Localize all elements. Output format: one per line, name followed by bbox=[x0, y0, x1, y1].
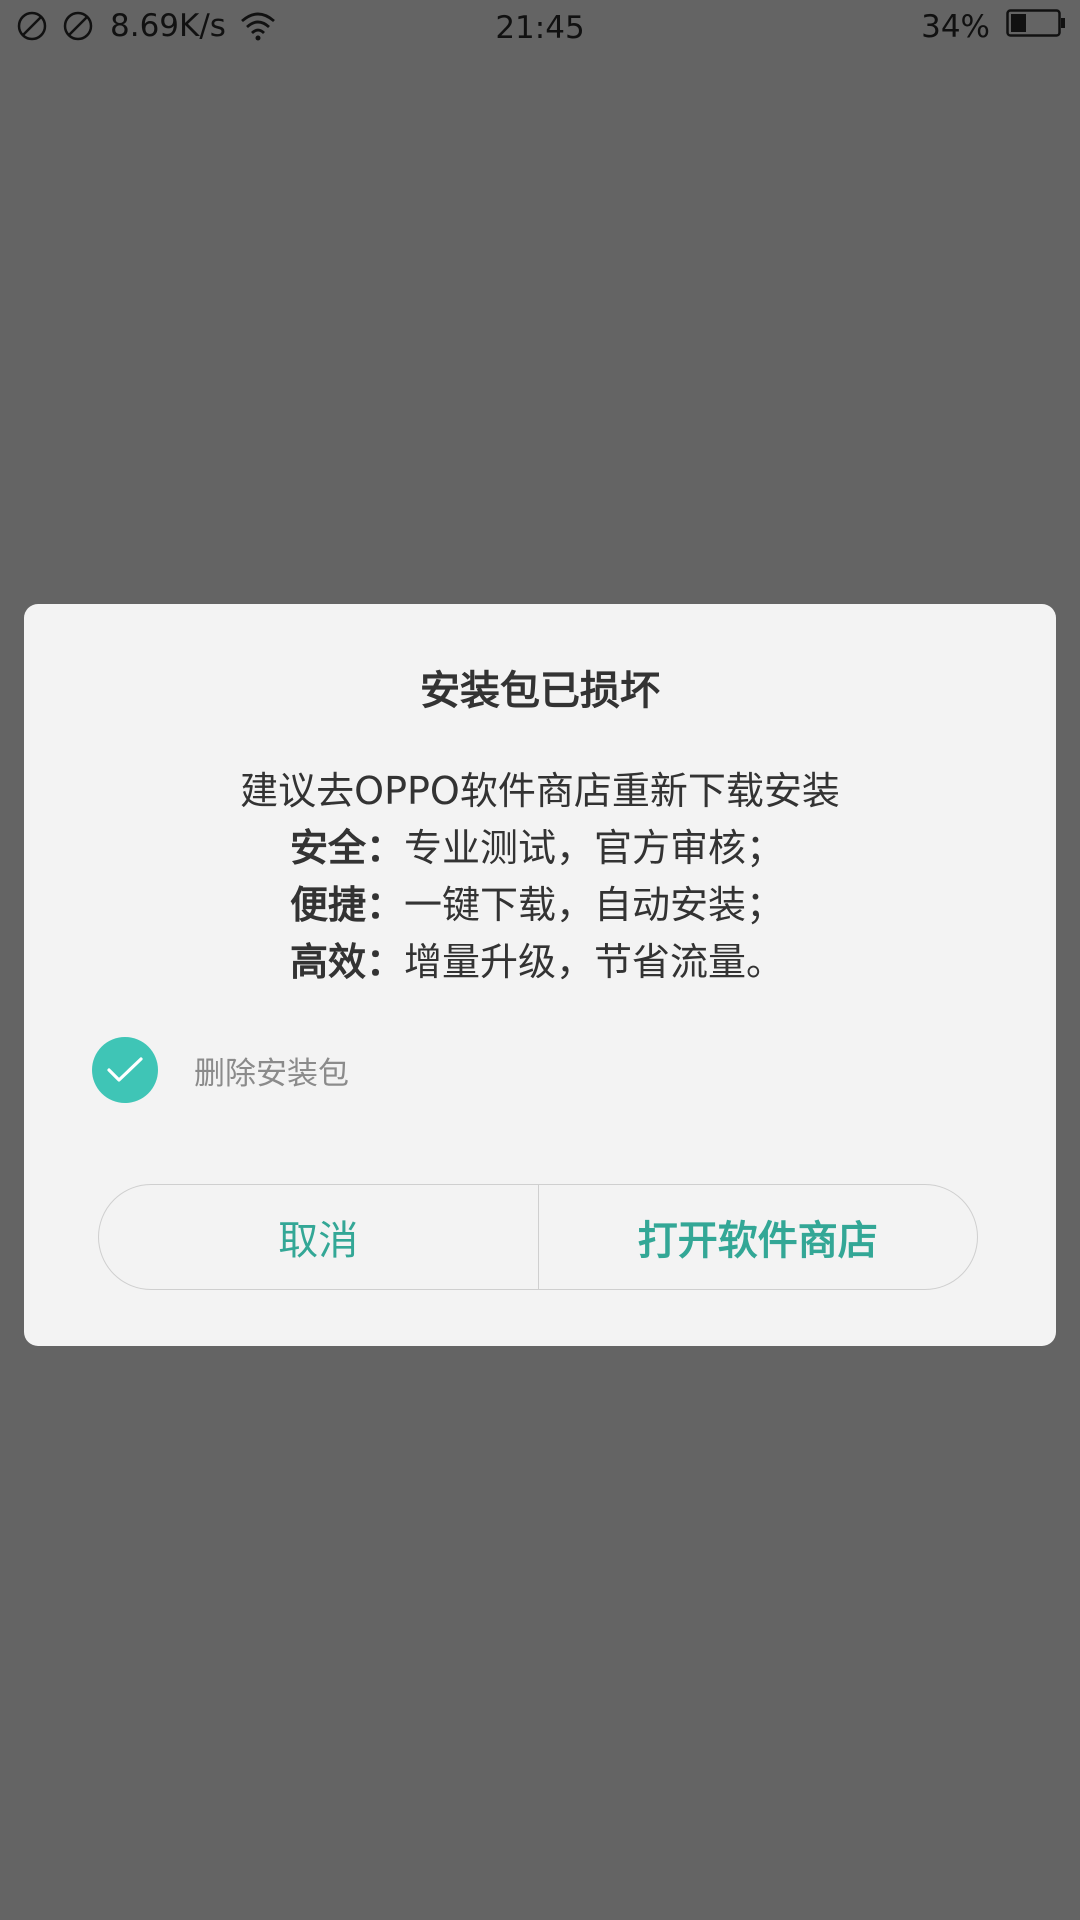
dialog-title: 安装包已损坏 bbox=[420, 668, 660, 714]
delete-package-label: 删除安装包 bbox=[194, 1055, 349, 1092]
feature-item: 便捷：一键下载，自动安装； bbox=[290, 877, 784, 934]
dialog-button-group: 取消 打开软件商店 bbox=[98, 1184, 978, 1290]
screen: 8.69K/s 21:45 34% 安装包已损坏 建议去OPPO软件商店重新下载… bbox=[0, 0, 1080, 1920]
feature-key: 便捷： bbox=[290, 883, 405, 927]
battery-percent: 34% bbox=[921, 9, 990, 45]
dialog-message: 建议去OPPO软件商店重新下载安装 bbox=[240, 769, 840, 813]
open-store-button[interactable]: 打开软件商店 bbox=[539, 1185, 978, 1289]
corrupted-package-dialog: 安装包已损坏 建议去OPPO软件商店重新下载安装 安全：专业测试，官方审核； 便… bbox=[24, 604, 1056, 1346]
feature-value: 增量升级，节省流量。 bbox=[404, 940, 785, 984]
feature-key: 高效： bbox=[290, 940, 405, 984]
clock: 21:45 bbox=[495, 10, 585, 46]
feature-key: 安全： bbox=[290, 826, 405, 870]
delete-package-checkbox-row[interactable]: 删除安装包 bbox=[92, 1036, 349, 1104]
feature-value: 一键下载，自动安装； bbox=[404, 883, 785, 927]
delete-package-checkbox[interactable] bbox=[92, 1037, 158, 1103]
status-bar: 8.69K/s 21:45 34% bbox=[0, 0, 1080, 56]
feature-list: 安全：专业测试，官方审核； 便捷：一键下载，自动安装； 高效：增量升级，节省流量… bbox=[290, 820, 784, 991]
cancel-button[interactable]: 取消 bbox=[99, 1185, 539, 1289]
status-right: 34% bbox=[921, 8, 1066, 46]
battery-icon bbox=[1006, 8, 1066, 46]
checkmark-icon bbox=[107, 1057, 143, 1082]
feature-item: 安全：专业测试，官方审核； bbox=[290, 820, 784, 877]
feature-item: 高效：增量升级，节省流量。 bbox=[290, 934, 784, 991]
feature-value: 专业测试，官方审核； bbox=[404, 826, 785, 870]
